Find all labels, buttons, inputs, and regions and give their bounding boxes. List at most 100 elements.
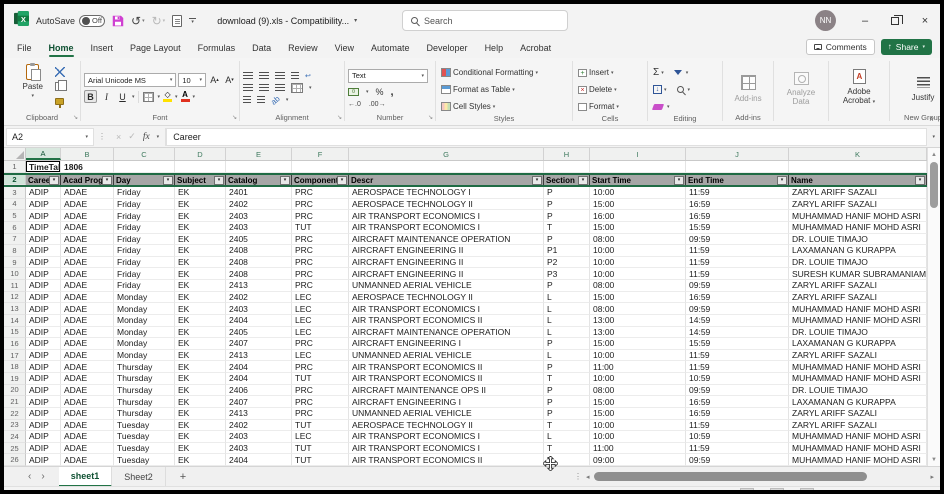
cell-c1[interactable] <box>114 161 175 173</box>
cell-c11[interactable]: Friday <box>114 280 175 292</box>
title-chevron-down-icon[interactable]: ▾ <box>354 17 357 24</box>
orientation-icon[interactable]: ab <box>269 94 282 107</box>
cell-j26[interactable]: 09:59 <box>686 454 789 466</box>
cell-g18[interactable]: AIR TRANSPORT ECONOMICS II <box>349 361 544 373</box>
increase-indent-icon[interactable] <box>257 96 265 104</box>
cell-a18[interactable]: ADIP <box>26 361 61 373</box>
cell-g15[interactable]: AIRCRAFT MAINTENANCE OPERATION <box>349 327 544 339</box>
cell-f26[interactable]: TUT <box>292 454 349 466</box>
autosave-control[interactable]: AutoSave Off <box>36 15 105 27</box>
share-dropdown-icon[interactable]: ▾ <box>922 44 925 50</box>
cell-k17[interactable]: ZARYL ARIFF SAZALI <box>789 350 927 362</box>
restore-button[interactable] <box>880 4 910 37</box>
row-number-4[interactable]: 4 <box>4 199 26 211</box>
cell-i11[interactable]: 08:00 <box>590 280 686 292</box>
document-title[interactable]: download (9).xls - Compatibility... ▾ <box>217 16 357 26</box>
format-cells-button[interactable]: Format▾ <box>576 100 621 113</box>
header-cell-end-time[interactable]: End Time▾ <box>686 175 789 185</box>
cell-f24[interactable]: LEC <box>292 431 349 443</box>
cell-j25[interactable]: 11:59 <box>686 443 789 455</box>
cell-k1[interactable] <box>789 161 927 173</box>
cell-b7[interactable]: ADAE <box>61 234 114 246</box>
tab-review[interactable]: Review <box>288 37 318 58</box>
tab-formulas[interactable]: Formulas <box>198 37 236 58</box>
splitter-drag-icon[interactable]: ⋮ <box>574 472 582 481</box>
cell-g14[interactable]: AIR TRANSPORT ECONOMICS II <box>349 315 544 327</box>
cell-a24[interactable]: ADIP <box>26 431 61 443</box>
cell-d12[interactable]: EK <box>175 292 226 304</box>
cell-c3[interactable]: Friday <box>114 187 175 199</box>
undo-dropdown-icon[interactable]: ▾ <box>142 18 145 24</box>
column-header-j[interactable]: J <box>686 148 789 160</box>
cell-h13[interactable]: L <box>544 303 590 315</box>
cell-e25[interactable]: 2403 <box>226 443 292 455</box>
cell-e15[interactable]: 2405 <box>226 327 292 339</box>
cell-b23[interactable]: ADAE <box>61 420 114 432</box>
cell-k18[interactable]: MUHAMMAD HANIF MOHD ASRI <box>789 361 927 373</box>
cell-j8[interactable]: 11:59 <box>686 245 789 257</box>
cell-i20[interactable]: 08:00 <box>590 385 686 397</box>
cell-f10[interactable]: PRC <box>292 268 349 280</box>
justify-button[interactable]: Justify <box>912 93 935 102</box>
percent-style-button[interactable]: % <box>376 87 384 97</box>
cell-a10[interactable]: ADIP <box>26 268 61 280</box>
fx-chevron-down-icon[interactable]: ▾ <box>157 134 160 140</box>
underline-button[interactable]: U <box>116 90 129 103</box>
cell-c13[interactable]: Monday <box>114 303 175 315</box>
cell-e26[interactable]: 2404 <box>226 454 292 466</box>
cell-h17[interactable]: L <box>544 350 590 362</box>
cell-h10[interactable]: P3 <box>544 268 590 280</box>
column-header-c[interactable]: C <box>114 148 175 160</box>
cell-b14[interactable]: ADAE <box>61 315 114 327</box>
cell-e1[interactable] <box>226 161 292 173</box>
conditional-formatting-button[interactable]: Conditional Formatting▾ <box>439 66 540 79</box>
cell-a16[interactable]: ADIP <box>26 338 61 350</box>
autosave-toggle[interactable]: Off <box>79 15 105 27</box>
cell-e24[interactable]: 2403 <box>226 431 292 443</box>
row-number-8[interactable]: 8 <box>4 245 26 257</box>
cell-i18[interactable]: 11:00 <box>590 361 686 373</box>
cell-d26[interactable]: EK <box>175 454 226 466</box>
header-cell-catalog[interactable]: Catalog▾ <box>226 175 292 185</box>
avatar[interactable]: NN <box>815 10 836 31</box>
cut-button[interactable] <box>53 65 69 78</box>
sheet-tab-sheet2[interactable]: Sheet2 <box>112 467 166 487</box>
column-header-g[interactable]: G <box>349 148 544 160</box>
cell-k15[interactable]: DR. LOUIE TIMAJO <box>789 327 927 339</box>
cell-h23[interactable]: T <box>544 420 590 432</box>
share-button[interactable]: ↑ Share ▾ <box>881 39 932 55</box>
comma-style-button[interactable]: , <box>391 86 394 98</box>
font-dialog-launcher-icon[interactable]: ↘ <box>232 114 237 121</box>
cell-h6[interactable]: T <box>544 222 590 234</box>
cell-i15[interactable]: 13:00 <box>590 327 686 339</box>
cell-b22[interactable]: ADAE <box>61 408 114 420</box>
row-number-9[interactable]: 9 <box>4 257 26 269</box>
cell-i4[interactable]: 15:00 <box>590 199 686 211</box>
tab-page-layout[interactable]: Page Layout <box>130 37 181 58</box>
increase-font-button[interactable]: A▴ <box>208 73 221 86</box>
cell-c22[interactable]: Thursday <box>114 408 175 420</box>
header-cell-section[interactable]: Section▾ <box>544 175 590 185</box>
cell-g12[interactable]: AEROSPACE TECHNOLOGY II <box>349 292 544 304</box>
number-format-select[interactable]: Text▾ <box>348 69 428 83</box>
row-number-18[interactable]: 18 <box>4 361 26 373</box>
cell-i9[interactable]: 10:00 <box>590 257 686 269</box>
cell-i14[interactable]: 13:00 <box>590 315 686 327</box>
cell-d3[interactable]: EK <box>175 187 226 199</box>
cell-d16[interactable]: EK <box>175 338 226 350</box>
sheet-tab-sheet1[interactable]: sheet1 <box>59 467 113 487</box>
column-header-k[interactable]: K <box>789 148 927 160</box>
cell-f13[interactable]: LEC <box>292 303 349 315</box>
cell-h22[interactable]: P <box>544 408 590 420</box>
cell-j24[interactable]: 10:59 <box>686 431 789 443</box>
cell-b6[interactable]: ADAE <box>61 222 114 234</box>
wrap-text-icon[interactable] <box>291 72 299 80</box>
cell-d7[interactable]: EK <box>175 234 226 246</box>
cell-e18[interactable]: 2404 <box>226 361 292 373</box>
filter-button-section[interactable]: ▾ <box>578 176 588 185</box>
cell-k8[interactable]: LAXAMANAN G KURAPPA <box>789 245 927 257</box>
filter-button-component[interactable]: ▾ <box>337 176 347 185</box>
row-number-6[interactable]: 6 <box>4 222 26 234</box>
cell-b5[interactable]: ADAE <box>61 210 114 222</box>
alignment-dialog-launcher-icon[interactable]: ↘ <box>337 114 342 121</box>
